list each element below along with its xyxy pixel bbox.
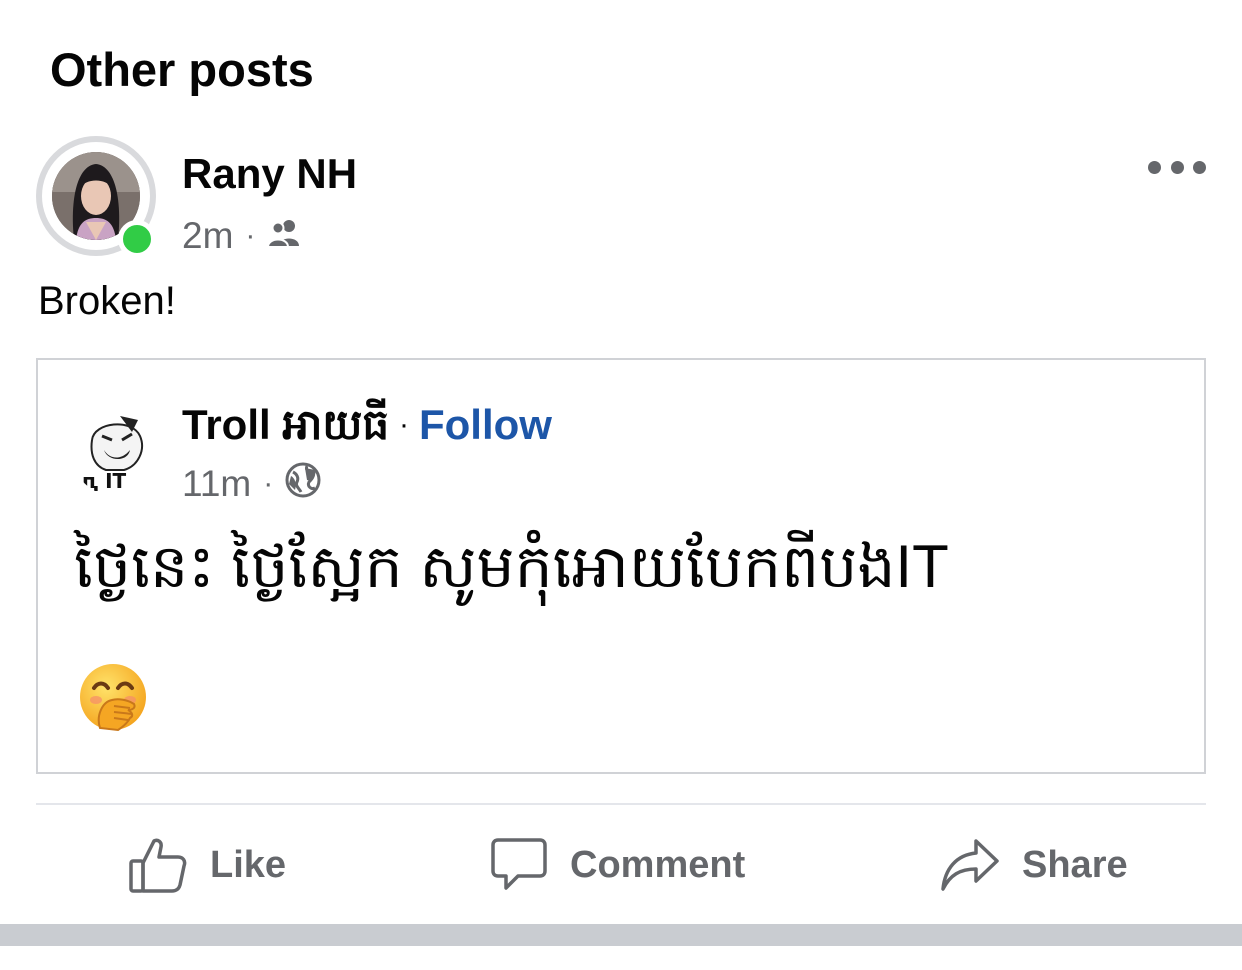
post-text: Broken!	[38, 279, 176, 323]
like-button[interactable]: Like	[128, 830, 286, 900]
globe-icon	[285, 462, 321, 507]
shared-time[interactable]: 11m	[182, 463, 251, 505]
friends-icon	[267, 215, 303, 257]
comment-bubble-icon	[491, 838, 547, 890]
author-name[interactable]: Rany NH	[182, 148, 357, 200]
svg-text:ԥ IT: ԥ IT	[82, 469, 127, 493]
like-label: Like	[210, 843, 287, 886]
shared-post-card[interactable]: ԥ IT Troll អាយធី · Follow 11m · ថ្ងៃនេះ …	[36, 358, 1206, 774]
share-arrow-icon	[941, 839, 999, 891]
more-options-icon[interactable]	[1148, 152, 1206, 182]
page-avatar[interactable]: ԥ IT	[72, 410, 158, 496]
meta-separator: ·	[245, 219, 256, 252]
share-button[interactable]: Share	[940, 830, 1128, 900]
follow-button[interactable]: Follow	[419, 398, 552, 452]
hand-over-mouth-emoji-icon	[78, 662, 148, 732]
post-meta: 2m ·	[182, 212, 303, 260]
section-title: Other posts	[50, 43, 314, 96]
shared-page-name[interactable]: Troll អាយធី	[182, 398, 389, 452]
header-separator: ·	[399, 408, 409, 441]
comment-label: Comment	[570, 843, 746, 886]
action-divider	[36, 803, 1206, 805]
comment-button[interactable]: Comment	[490, 830, 745, 900]
online-status-dot	[118, 220, 156, 258]
thumbs-up-icon	[129, 838, 187, 893]
post-time[interactable]: 2m	[182, 215, 233, 257]
shared-meta-separator: ·	[263, 467, 274, 500]
shared-post-text: ថ្ងៃនេះ ថ្ងៃស្អែក សូមកុំអោយបែកពីបងIT	[74, 533, 949, 600]
feed-section: Other posts Rany NH 2m · Broken! ԥ IT Tr…	[0, 0, 1242, 970]
shared-meta: 11m ·	[182, 460, 321, 508]
feed-separator-bar	[0, 924, 1242, 946]
shared-header: Troll អាយធី · Follow	[182, 398, 552, 452]
share-label: Share	[1022, 843, 1128, 886]
